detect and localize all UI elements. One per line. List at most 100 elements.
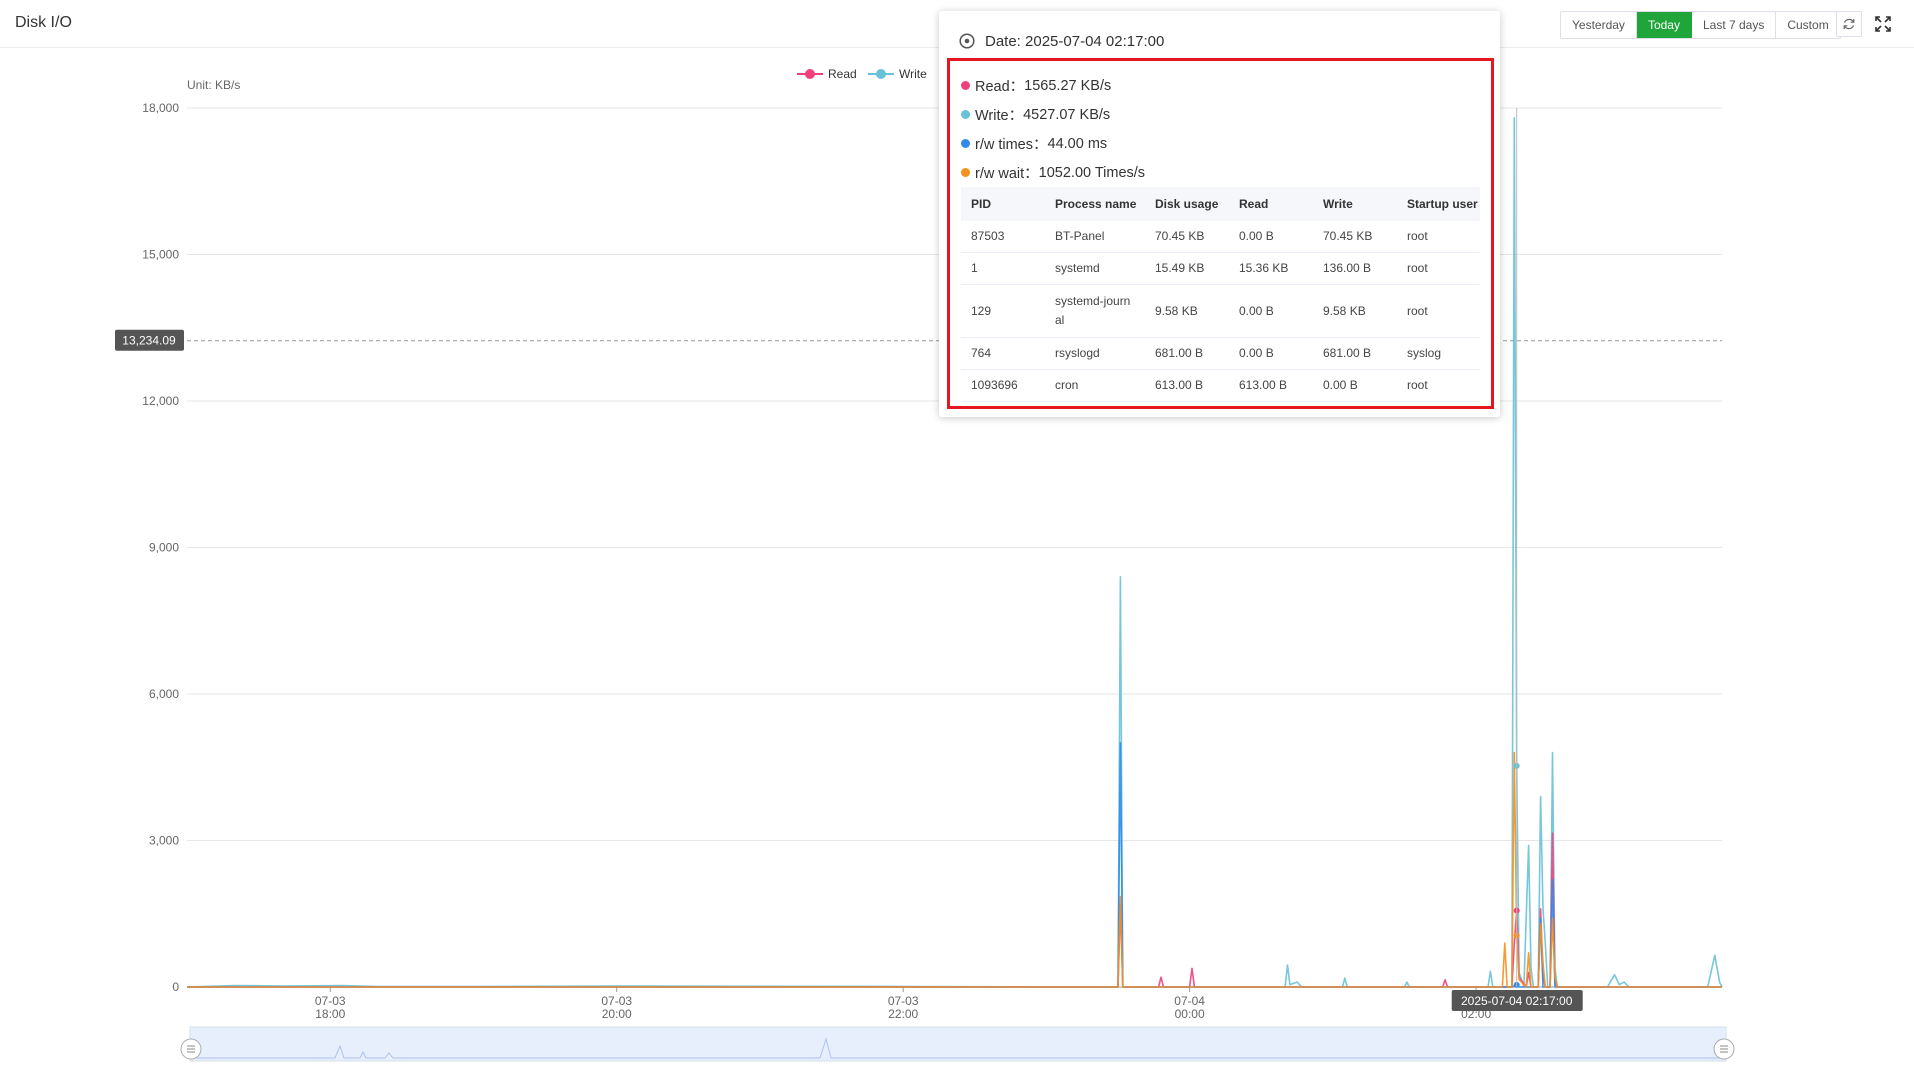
tooltip-metric-read: Read： 1565.27 KB/s xyxy=(961,75,1111,96)
cell-disk-usage: 681.00 B xyxy=(1145,337,1229,370)
cell-startup-user: syslog xyxy=(1397,337,1480,370)
refresh-icon xyxy=(1843,18,1855,30)
data-zoom-slider[interactable] xyxy=(180,1026,1735,1062)
cell-write: 70.45 KB xyxy=(1313,221,1397,253)
cell-read: 613.00 B xyxy=(1229,369,1313,402)
legend-label: Read xyxy=(828,67,857,81)
y-tick-label: 6,000 xyxy=(149,687,179,701)
tooltip-date: Date: 2025-07-04 02:17:00 xyxy=(959,21,1164,61)
fullscreen-button[interactable] xyxy=(1870,11,1896,37)
process-table-header: PID Process name Disk usage Read Write S… xyxy=(961,187,1480,221)
cell-read: 0.00 B xyxy=(1229,337,1313,370)
chart-tooltip: Date: 2025-07-04 02:17:00 Read： 1565.27 … xyxy=(939,11,1500,417)
tooltip-metric-rw-wait: r/w wait： 1052.00 Times/s xyxy=(961,162,1145,183)
cell-write: 0.00 B xyxy=(1313,369,1397,402)
x-tick-time: 22:00 xyxy=(888,1007,918,1021)
cell-startup-user: root xyxy=(1397,369,1480,402)
y-tick-label: 15,000 xyxy=(142,248,179,262)
table-row: 87503 BT-Panel 70.45 KB 0.00 B 70.45 KB … xyxy=(961,221,1480,253)
metric-value: 44.00 ms xyxy=(1047,135,1108,152)
cell-disk-usage: 613.00 B xyxy=(1145,369,1229,402)
legend-marker xyxy=(876,69,886,79)
y-tick-label: 0 xyxy=(172,980,179,994)
cell-disk-usage: 15.49 KB xyxy=(1145,252,1229,285)
cell-startup-user: root xyxy=(1397,221,1480,253)
write-dot-icon xyxy=(961,110,970,119)
x-tick-date: 07-03 xyxy=(888,994,919,1008)
x-tick-time: 18:00 xyxy=(315,1007,345,1021)
table-row: 1093696 cron 613.00 B 613.00 B 0.00 B ro… xyxy=(961,369,1480,402)
table-row: 764 rsyslogd 681.00 B 0.00 B 681.00 B sy… xyxy=(961,337,1480,370)
range-custom-button[interactable]: Custom xyxy=(1776,12,1840,38)
rw-wait-dot-icon xyxy=(961,168,970,177)
cell-read: 15.36 KB xyxy=(1229,252,1313,285)
table-row: 1 systemd 15.49 KB 15.36 KB 136.00 B roo… xyxy=(961,252,1480,285)
column-header-pid: PID xyxy=(961,187,1045,221)
x-tick-time: 20:00 xyxy=(602,1007,632,1021)
metric-value: 4527.07 KB/s xyxy=(1023,106,1111,123)
legend-label: Write xyxy=(899,67,927,81)
cell-write: 136.00 B xyxy=(1313,252,1397,285)
x-axis: 07-0318:0007-0320:0007-0322:0007-0400:00… xyxy=(315,987,1492,1021)
clock-icon xyxy=(959,33,975,49)
series-line-r-w-times xyxy=(187,742,1722,988)
cell-pid: 764 xyxy=(961,337,1045,370)
range-last-7-days-button[interactable]: Last 7 days xyxy=(1691,12,1777,38)
series-line-r-w-wait xyxy=(187,751,1722,988)
metric-value: 1052.00 Times/s xyxy=(1038,164,1146,181)
cell-startup-user: root xyxy=(1397,252,1480,285)
column-header-write: Write xyxy=(1313,187,1397,221)
x-tick-date: 07-04 xyxy=(1174,994,1205,1008)
rw-times-dot-icon xyxy=(961,139,970,148)
zoom-slider-track xyxy=(189,1026,1727,1062)
column-header-read: Read xyxy=(1229,187,1313,221)
time-range-selector: Yesterday Today Last 7 days Custom xyxy=(1560,11,1841,39)
range-today-button[interactable]: Today xyxy=(1636,12,1692,38)
cell-pid: 1 xyxy=(961,252,1045,285)
metric-label: Read： xyxy=(975,79,1025,95)
y-tick-label: 3,000 xyxy=(149,834,179,848)
cell-startup-user: root xyxy=(1397,284,1480,338)
cell-process-name: rsyslogd xyxy=(1045,337,1145,370)
chart-legend: Read Write xyxy=(797,67,927,81)
metric-label: r/w times： xyxy=(975,137,1048,153)
cell-read: 0.00 B xyxy=(1229,284,1313,338)
cell-pid: 1093696 xyxy=(961,369,1045,402)
cell-read: 0.00 B xyxy=(1229,221,1313,253)
cell-write: 9.58 KB xyxy=(1313,284,1397,338)
table-row: 129 systemd-journal 9.58 KB 0.00 B 9.58 … xyxy=(961,284,1480,338)
cell-process-name: systemd xyxy=(1045,252,1145,285)
y-axis: 0 3,000 6,000 9,000 12,000 15,000 18,000 xyxy=(142,101,179,994)
metric-label: r/w wait： xyxy=(975,166,1039,182)
process-table: PID Process name Disk usage Read Write S… xyxy=(961,187,1480,402)
tooltip-metric-write: Write： 4527.07 KB/s xyxy=(961,104,1110,125)
cell-disk-usage: 9.58 KB xyxy=(1145,284,1229,338)
x-tick-time: 00:00 xyxy=(1175,1007,1205,1021)
cell-process-name: BT-Panel xyxy=(1045,221,1145,253)
x-tick-date: 07-03 xyxy=(315,994,346,1008)
tooltip-metric-rw-times: r/w times： 44.00 ms xyxy=(961,133,1107,154)
read-dot-icon xyxy=(961,81,970,90)
y-tick-label: 12,000 xyxy=(142,394,179,408)
cell-disk-usage: 70.45 KB xyxy=(1145,221,1229,253)
cell-pid: 129 xyxy=(961,284,1045,338)
metric-value: 1565.27 KB/s xyxy=(1024,77,1112,94)
cell-pid: 87503 xyxy=(961,221,1045,253)
legend-marker xyxy=(805,69,815,79)
cell-process-name: systemd-journal xyxy=(1045,284,1145,338)
metric-label: Write： xyxy=(975,108,1024,124)
x-tick-date: 07-03 xyxy=(601,994,632,1008)
column-header-startup-user: Startup user xyxy=(1397,187,1480,221)
tooltip-date-text: Date: 2025-07-04 02:17:00 xyxy=(985,32,1165,50)
y-tick-label: 9,000 xyxy=(149,541,179,555)
fullscreen-icon xyxy=(1875,16,1891,32)
refresh-button[interactable] xyxy=(1836,11,1862,37)
unit-label: Unit: KB/s xyxy=(187,78,240,92)
pointer-time-label: 2025-07-04 02:17:00 xyxy=(1461,994,1573,1008)
tooltip-highlight-box: Read： 1565.27 KB/s Write： 4527.07 KB/s r… xyxy=(947,58,1494,409)
column-header-process-name: Process name xyxy=(1045,187,1145,221)
column-header-disk-usage: Disk usage xyxy=(1145,187,1229,221)
range-yesterday-button[interactable]: Yesterday xyxy=(1561,12,1637,38)
pointer-value-label: 13,234.09 xyxy=(122,334,176,348)
cell-process-name: cron xyxy=(1045,369,1145,402)
